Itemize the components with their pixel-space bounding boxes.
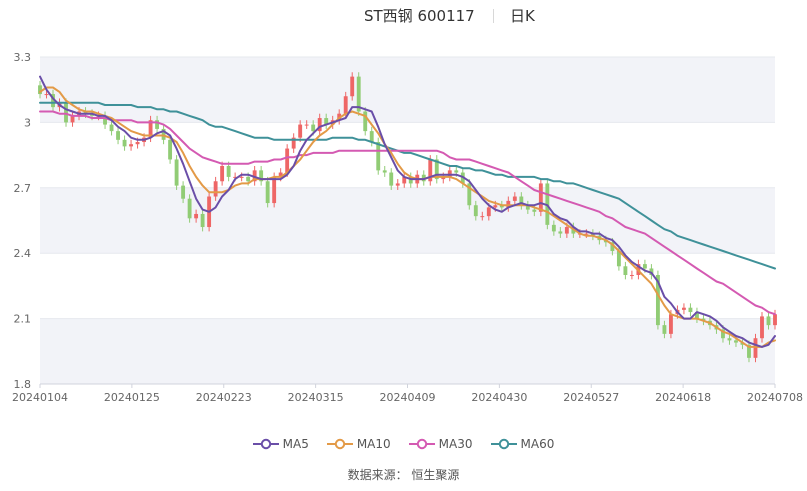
kline-chart[interactable]: 1.8 2.1 2.4 2.7 3 3.3 20240104 20240125 2024022… <box>0 0 807 430</box>
y-axis: 1.8 2.1 2.4 2.7 3 3.3 <box>14 51 32 391</box>
candle-body <box>44 94 49 96</box>
candle-body <box>194 213 199 219</box>
y-tick-label: 3.3 <box>14 51 32 64</box>
x-tick-label: 20240618 <box>655 391 711 404</box>
legend-label-ma5: MA5 <box>282 437 309 451</box>
x-tick-label: 20240409 <box>380 391 436 404</box>
band <box>40 57 775 123</box>
candle-body <box>773 314 777 326</box>
candle-body <box>668 314 673 334</box>
legend: MA5 MA10 MA30 MA60 <box>0 434 807 454</box>
candle-body <box>662 325 667 334</box>
legend-item-ma30[interactable]: MA30 <box>408 434 473 454</box>
candle-body <box>454 170 459 173</box>
candle-body <box>486 207 491 217</box>
candle-body <box>343 96 348 114</box>
candle-body <box>129 144 133 147</box>
candle-body <box>64 102 68 123</box>
candle-body <box>376 142 381 171</box>
candle-body <box>226 166 231 177</box>
x-tick-label: 20240125 <box>104 391 160 404</box>
x-tick-label: 20240430 <box>471 391 527 404</box>
candle-body <box>213 181 218 197</box>
candle-body <box>311 124 316 132</box>
legend-item-ma60[interactable]: MA60 <box>490 434 555 454</box>
candle-body <box>200 213 205 228</box>
candle-body <box>629 275 634 276</box>
legend-item-ma10[interactable]: MA10 <box>326 434 391 454</box>
candle-body <box>382 170 387 173</box>
candle-body <box>298 124 303 138</box>
candle-body <box>389 172 394 186</box>
candle-body <box>135 142 140 145</box>
candle-body <box>766 316 771 326</box>
x-tick-label: 20240315 <box>288 391 344 404</box>
candle-body <box>512 196 517 201</box>
legend-label-ma10: MA10 <box>356 437 391 451</box>
candle-body <box>285 148 290 173</box>
candle-body <box>369 131 374 143</box>
legend-marker-ma5-icon <box>252 438 279 450</box>
candle-body <box>682 307 686 310</box>
x-tick-label: 20240527 <box>563 391 619 404</box>
y-tick-label: 2.4 <box>14 247 32 260</box>
candle-body <box>480 216 485 218</box>
candle-body <box>734 340 738 343</box>
legend-label-ma30: MA30 <box>438 437 473 451</box>
band <box>40 187 775 254</box>
candle-body <box>272 176 277 204</box>
candle-body <box>558 231 563 234</box>
legend-item-ma5[interactable]: MA5 <box>252 434 309 454</box>
legend-marker-ma60-icon <box>490 438 517 450</box>
candle-body <box>493 205 498 208</box>
candle-body <box>473 205 478 217</box>
y-tick-label: 2.1 <box>14 313 32 326</box>
candle-body <box>642 264 647 269</box>
candle-body <box>760 316 764 339</box>
candle-body <box>181 185 186 199</box>
candle-body <box>623 266 628 275</box>
candle-body <box>727 338 732 341</box>
candle-body <box>109 124 114 132</box>
y-tick-label: 3 <box>24 116 31 129</box>
candle-body <box>187 198 192 219</box>
candle-body <box>174 159 179 186</box>
candle-body <box>265 181 270 204</box>
y-tick-label: 2.7 <box>14 182 32 195</box>
candle-body <box>304 124 309 126</box>
candle-body <box>220 166 225 182</box>
x-tick-label: 20240708 <box>747 391 803 404</box>
y-tick-label: 1.8 <box>14 378 32 391</box>
candle-body <box>168 139 173 160</box>
legend-label-ma60: MA60 <box>520 437 555 451</box>
candle-body <box>395 183 400 186</box>
legend-marker-ma30-icon <box>408 438 435 450</box>
candle-body <box>350 76 355 97</box>
candle-body <box>116 131 120 140</box>
x-tick-label: 20240223 <box>196 391 252 404</box>
candle-body <box>239 176 244 178</box>
candle-body <box>564 227 569 234</box>
data-source: 数据来源： 恒生聚源 <box>347 468 460 482</box>
candle-body <box>551 224 556 232</box>
candle-body <box>122 139 127 147</box>
x-axis: 20240104 20240125 20240223 20240315 20240409… <box>12 383 803 404</box>
candle-body <box>532 209 537 212</box>
candle-body <box>688 307 693 313</box>
candle-body <box>538 183 543 212</box>
candle-body <box>753 338 758 358</box>
candle-body <box>246 176 251 182</box>
x-tick-label: 20240104 <box>12 391 68 404</box>
legend-marker-ma10-icon <box>326 438 353 450</box>
